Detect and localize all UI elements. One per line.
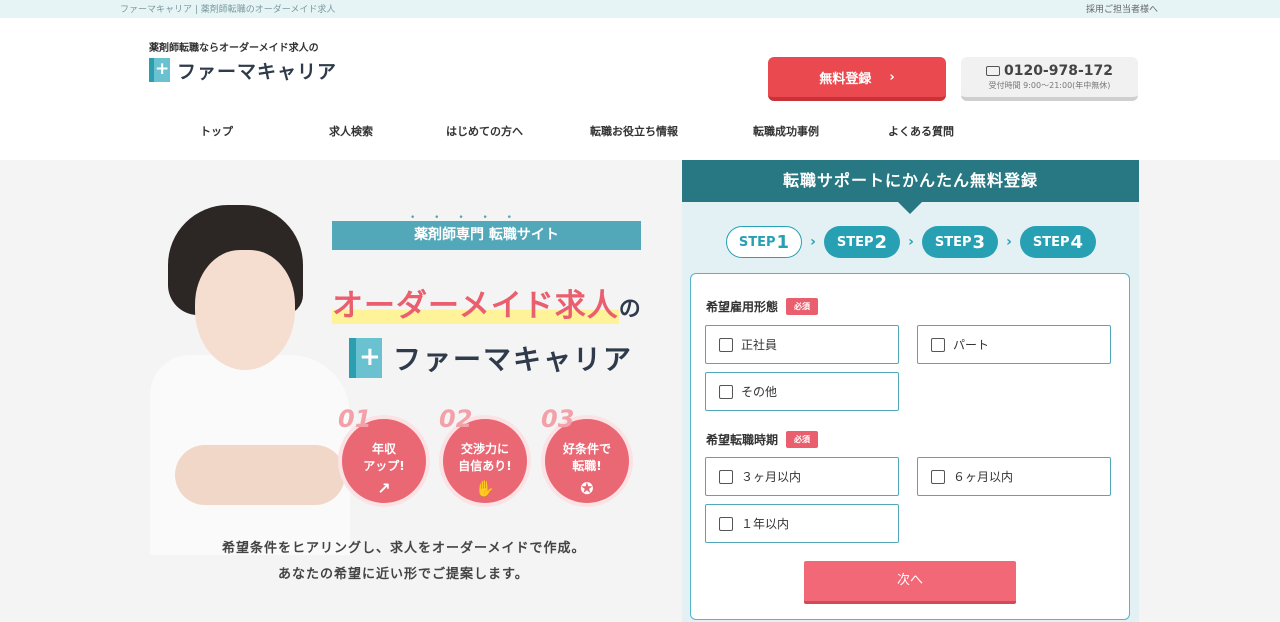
top-bar: ファーマキャリア | 薬剤師転職のオーダーメイド求人 採用ご担当者様へ [0, 0, 1280, 18]
nav-item-faq[interactable]: よくある質問 [888, 123, 954, 139]
chevron-right-icon: › [810, 234, 816, 250]
phone-contact[interactable]: 0120-978-172 受付時間 9:00〜21:00(年中無休) [961, 57, 1138, 101]
checkbox[interactable] [931, 469, 945, 484]
next-button[interactable]: 次へ [804, 561, 1016, 604]
growth-arrow-icon: ↗ [377, 479, 391, 498]
badge-good-conditions: 03 好条件で転職! ✪ [541, 405, 633, 507]
step-4: STEP 4 [1020, 226, 1096, 258]
site-description: ファーマキャリア | 薬剤師転職のオーダーメイド求人 [120, 5, 336, 15]
option-part-time[interactable]: パート [917, 325, 1111, 364]
nav-item-top[interactable]: トップ [200, 123, 233, 139]
headline-main: オーダーメイド求人 [332, 288, 619, 324]
chevron-right-icon: › [908, 234, 914, 250]
option-label: ３ヶ月以内 [741, 470, 802, 484]
site-header: 薬剤師転職ならオーダーメイド求人の + ファーマキャリア 無料登録 › 0120… [0, 18, 1280, 118]
question-label: 希望雇用形態 [706, 300, 779, 314]
main-nav: トップ 求人検索 はじめての方へ 転職お役立ち情報 転職成功事例 よくある質問 [0, 118, 1280, 160]
badge-negotiation: 02 交渉力に自信あり! ✋ [439, 405, 531, 507]
hero-subtext-2: あなたの希望に近い形でご提案します。 [278, 567, 529, 582]
option-label: 正社員 [741, 338, 778, 352]
checkbox[interactable] [719, 516, 733, 531]
search-star-icon: ✪ [580, 479, 594, 498]
required-badge: 必須 [786, 431, 819, 448]
question-employment-type: 希望雇用形態 必須 [706, 298, 819, 315]
step-indicator: STEP 1 › STEP 2 › STEP 3 › STEP 4 [726, 226, 1096, 258]
option-within-1-year[interactable]: １年以内 [705, 504, 899, 543]
question-change-timing: 希望転職時期 必須 [706, 431, 819, 448]
badge-number: 03 [541, 405, 575, 433]
badge-number: 01 [338, 405, 372, 433]
nav-item-job-search[interactable]: 求人検索 [329, 123, 373, 139]
hero-brand-text: ファーマキャリア [393, 343, 634, 376]
hero-headline: オーダーメイド求人の [332, 280, 642, 325]
site-ribbon: 薬剤師専門 転職サイト [332, 221, 641, 250]
nav-item-useful-info[interactable]: 転職お役立ち情報 [590, 123, 678, 139]
badge-line2: 転職! [572, 459, 602, 473]
option-label: ６ヶ月以内 [953, 470, 1014, 484]
step-2: STEP 2 [824, 226, 900, 258]
badge-line1: 好条件で [562, 442, 611, 456]
chevron-right-icon: › [1006, 234, 1012, 250]
headline-suffix: の [618, 297, 642, 322]
checkbox[interactable] [931, 337, 945, 352]
badge-salary-up: 01 年収アップ! ↗ [338, 405, 430, 507]
form-title: 転職サポートにかんたん無料登録 [682, 160, 1139, 214]
step-3: STEP 3 [922, 226, 998, 258]
nav-item-success-stories[interactable]: 転職成功事例 [753, 123, 819, 139]
badge-line2: アップ! [363, 459, 405, 473]
badge-line1: 年収 [371, 442, 396, 456]
logo-text: ファーマキャリア [177, 60, 338, 83]
tagline: 薬剤師転職ならオーダーメイド求人の [149, 43, 319, 54]
free-dial-icon [985, 66, 1000, 76]
register-label: 無料登録 [819, 71, 872, 87]
option-other[interactable]: その他 [705, 372, 899, 411]
hero-brand: + ファーマキャリア [349, 336, 633, 380]
badge-line2: 自信あり! [458, 459, 512, 473]
hero-subtext-1: 希望条件をヒアリングし、求人をオーダーメイドで作成。 [222, 541, 586, 556]
option-label: パート [953, 338, 990, 352]
option-full-time[interactable]: 正社員 [705, 325, 899, 364]
brand-cross-icon: + [349, 336, 383, 380]
checkbox[interactable] [719, 384, 733, 399]
phone-number: 0120-978-172 [1003, 63, 1114, 79]
recruit-link[interactable]: 採用ご担当者様へ [1086, 2, 1158, 15]
register-button[interactable]: 無料登録 › [768, 57, 946, 101]
step-1: STEP 1 [726, 226, 802, 258]
checkbox[interactable] [719, 337, 733, 352]
option-label: その他 [741, 385, 778, 399]
logo[interactable]: + ファーマキャリア [149, 56, 337, 84]
registration-form: 転職サポートにかんたん無料登録 STEP 1 › STEP 2 › STEP 3 › … [682, 160, 1139, 622]
nav-item-first-time[interactable]: はじめての方へ [446, 123, 523, 139]
handshake-icon: ✋ [475, 479, 495, 498]
badge-number: 02 [439, 405, 473, 433]
required-badge: 必須 [786, 298, 819, 315]
checkbox[interactable] [719, 469, 733, 484]
hand-illustration [175, 445, 345, 505]
option-within-6-months[interactable]: ６ヶ月以内 [917, 457, 1111, 496]
phone-hours: 受付時間 9:00〜21:00(年中無休) [988, 81, 1111, 90]
form-card: 希望雇用形態 必須 正社員 パート その他 希望転職時期 必須 ３ヶ月以内 ６ヶ… [690, 273, 1130, 620]
logo-cross-icon: + [149, 56, 171, 84]
option-label: １年以内 [741, 517, 790, 531]
badge-line1: 交渉力に [460, 442, 509, 456]
question-label: 希望転職時期 [706, 433, 779, 447]
chevron-right-icon: › [889, 69, 895, 85]
hero-section: • • • • • 薬剤師専門 転職サイト オーダーメイド求人の + ファーマキ… [0, 160, 1280, 622]
option-within-3-months[interactable]: ３ヶ月以内 [705, 457, 899, 496]
